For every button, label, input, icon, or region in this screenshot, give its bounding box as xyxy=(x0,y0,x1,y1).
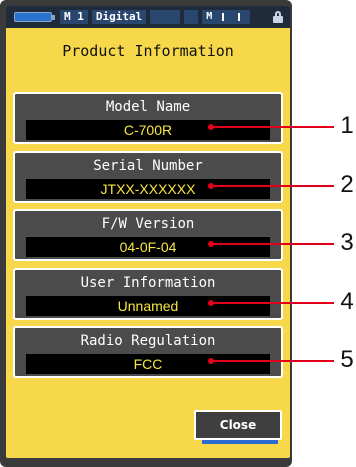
page-title: Product Information xyxy=(62,42,234,60)
radio-regulation-label: Radio Regulation xyxy=(80,333,216,349)
signal-label: M xyxy=(206,11,213,22)
user-information-value: Unnamed xyxy=(26,296,270,316)
signal-indicator: M xyxy=(202,10,251,24)
firmware-version-panel: F/W Version 04-0F-04 xyxy=(13,209,283,261)
lock-icon xyxy=(272,11,284,23)
firmware-version-value: 04-0F-04 xyxy=(26,237,270,257)
callout-number-2: 2 xyxy=(340,171,354,198)
user-information-panel: User Information Unnamed xyxy=(13,268,283,320)
user-information-label: User Information xyxy=(80,275,216,291)
callout-number-3: 3 xyxy=(340,229,354,256)
callout-number-4: 4 xyxy=(340,288,354,315)
callout-line-3 xyxy=(211,243,334,245)
callout-number-5: 5 xyxy=(340,346,354,373)
serial-number-label: Serial Number xyxy=(93,158,203,174)
radio-regulation-value: FCC xyxy=(26,354,270,374)
callout-line-4 xyxy=(211,302,334,304)
display-mode-indicator: Digital xyxy=(91,10,147,24)
model-name-panel: Model Name C-700R xyxy=(13,92,283,144)
model-name-value: C-700R xyxy=(26,120,270,140)
callout-line-2 xyxy=(211,185,334,187)
callout-line-1 xyxy=(211,126,334,128)
status-slot xyxy=(184,10,199,24)
status-bar: M 1 Digital M xyxy=(6,6,290,28)
battery-icon xyxy=(14,12,55,22)
close-button[interactable]: Close xyxy=(194,410,282,440)
signal-mark xyxy=(222,13,225,21)
serial-number-panel: Serial Number JTXX-XXXXXX xyxy=(13,151,283,203)
radio-regulation-panel: Radio Regulation FCC xyxy=(13,326,283,378)
mode-indicator: M 1 xyxy=(60,10,88,24)
status-slot xyxy=(150,10,181,24)
close-button-underline xyxy=(202,440,278,444)
serial-number-value: JTXX-XXXXXX xyxy=(26,179,270,199)
model-name-label: Model Name xyxy=(105,99,191,115)
device-screen: M 1 Digital M Product Information Model … xyxy=(6,6,290,458)
callout-line-5 xyxy=(211,360,334,362)
signal-mark xyxy=(238,13,241,21)
device-frame: M 1 Digital M Product Information Model … xyxy=(0,0,292,467)
callout-number-1: 1 xyxy=(340,112,354,139)
firmware-version-label: F/W Version xyxy=(101,216,195,232)
